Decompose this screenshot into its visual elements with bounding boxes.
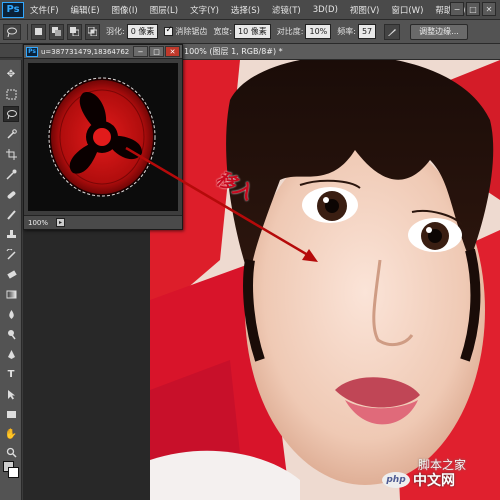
floating-document-canvas[interactable] xyxy=(28,63,178,211)
intersect-selection-icon xyxy=(88,27,97,36)
new-selection-icon xyxy=(35,28,42,35)
move-tool-icon[interactable]: ✥ xyxy=(3,66,19,82)
pen-pressure-icon xyxy=(388,28,397,36)
photoshop-logo-small: Ps xyxy=(26,46,38,57)
sharingan-image xyxy=(48,77,156,197)
close-button[interactable]: ✕ xyxy=(482,2,496,16)
menu-3d[interactable]: 3D(D) xyxy=(307,5,344,15)
document-tab-title: 100% (图层 1, RGB/8#) * xyxy=(184,47,283,56)
menu-image[interactable]: 图像(I) xyxy=(106,4,144,16)
contrast-label: 对比度: xyxy=(276,27,304,36)
clone-stamp-tool-icon[interactable] xyxy=(3,226,19,242)
frequency-label: 频率: xyxy=(337,27,356,36)
gradient-tool-icon[interactable] xyxy=(3,286,19,302)
eraser-tool-icon[interactable] xyxy=(3,266,19,282)
contrast-field[interactable]: 10% xyxy=(305,24,332,39)
intersect-selection-button[interactable] xyxy=(85,23,100,40)
menu-bar: Ps 文件(F) 编辑(E) 图像(I) 图层(L) 文字(Y) 选择(S) 滤… xyxy=(0,0,500,20)
floating-document-window[interactable]: Ps u=387731479,1836476277... − □ ✕ xyxy=(23,44,183,230)
floating-window-title: u=387731479,1836476277... xyxy=(41,47,129,56)
pen-tool-icon[interactable] xyxy=(3,346,19,362)
floating-window-controls: − □ ✕ xyxy=(133,46,180,57)
brush-tool-icon[interactable] xyxy=(3,206,19,222)
menu-edit[interactable]: 编辑(E) xyxy=(65,4,106,16)
feather-field[interactable]: 0 像素 xyxy=(126,24,159,39)
new-selection-button[interactable] xyxy=(31,23,46,40)
magnetic-lasso-tool-icon[interactable] xyxy=(3,106,19,122)
tablet-pressure-button[interactable] xyxy=(384,23,401,40)
width-label: 宽度: xyxy=(213,27,233,36)
zoom-tool-icon[interactable] xyxy=(3,444,19,460)
crop-tool-icon[interactable] xyxy=(3,146,19,162)
type-tool-icon[interactable]: T xyxy=(3,366,19,382)
rectangle-tool-icon[interactable] xyxy=(3,406,19,422)
eyedropper-tool-icon[interactable] xyxy=(3,166,19,182)
tool-preset-picker[interactable] xyxy=(3,23,21,40)
frequency-field[interactable]: 57 xyxy=(357,24,377,39)
document-info-icon[interactable]: ▸ xyxy=(56,218,66,227)
spot-healing-tool-icon[interactable] xyxy=(3,186,19,202)
antialias-label: 消除锯齿 xyxy=(175,27,208,36)
dodge-tool-icon[interactable] xyxy=(3,326,19,342)
photoshop-logo: Ps xyxy=(2,1,24,18)
main-photo-canvas[interactable] xyxy=(150,60,500,500)
add-selection-button[interactable] xyxy=(49,23,64,40)
width-field[interactable]: 10 像素 xyxy=(234,24,271,39)
menu-view[interactable]: 视图(V) xyxy=(344,4,385,16)
add-selection-icon xyxy=(52,27,61,36)
menu-select[interactable]: 选择(S) xyxy=(225,4,266,16)
window-controls: − □ ✕ xyxy=(450,2,496,16)
menu-filter[interactable]: 滤镜(T) xyxy=(266,4,307,16)
float-minimize-button[interactable]: − xyxy=(133,46,148,57)
background-color-swatch[interactable] xyxy=(8,467,19,478)
refine-edge-button[interactable]: 调整边缘... xyxy=(410,23,468,40)
hand-tool-icon[interactable]: ✋ xyxy=(3,426,19,442)
watermark-site: 中文网 xyxy=(413,473,455,489)
blur-tool-icon[interactable] xyxy=(3,306,19,322)
separator xyxy=(27,23,28,40)
options-bar: 羽化: 0 像素 消除锯齿 宽度: 10 像素 对比度: 10% 频率: 57 … xyxy=(0,20,500,44)
menu-type[interactable]: 文字(Y) xyxy=(184,4,225,16)
history-brush-tool-icon[interactable] xyxy=(3,246,19,262)
zoom-level[interactable]: 100% xyxy=(28,219,48,227)
floating-window-statusbar: 100% ▸ xyxy=(24,215,182,229)
subtract-selection-button[interactable] xyxy=(67,23,82,40)
document-tab[interactable]: 100% (图层 1, RGB/8#) * xyxy=(180,44,500,60)
float-restore-button[interactable]: □ xyxy=(149,46,164,57)
tools-panel-header[interactable] xyxy=(0,44,22,58)
quick-selection-tool-icon[interactable] xyxy=(3,126,19,142)
antialias-checkbox[interactable] xyxy=(164,25,174,36)
subtract-selection-icon xyxy=(70,27,79,36)
lasso-icon xyxy=(7,27,17,37)
float-close-button[interactable]: ✕ xyxy=(165,46,180,57)
path-selection-tool-icon[interactable] xyxy=(3,386,19,402)
restore-button[interactable]: □ xyxy=(466,2,480,16)
girl-photo xyxy=(150,60,500,500)
floating-window-titlebar[interactable]: Ps u=387731479,1836476277... − □ ✕ xyxy=(24,45,182,59)
feather-label: 羽化: xyxy=(106,27,125,36)
marquee-tool-icon[interactable] xyxy=(3,86,19,102)
menu-file[interactable]: 文件(F) xyxy=(24,4,65,16)
minimize-button[interactable]: − xyxy=(450,2,464,16)
menu-layer[interactable]: 图层(L) xyxy=(144,4,184,16)
php-logo: php xyxy=(382,472,410,488)
menu-window[interactable]: 窗口(W) xyxy=(385,4,429,16)
